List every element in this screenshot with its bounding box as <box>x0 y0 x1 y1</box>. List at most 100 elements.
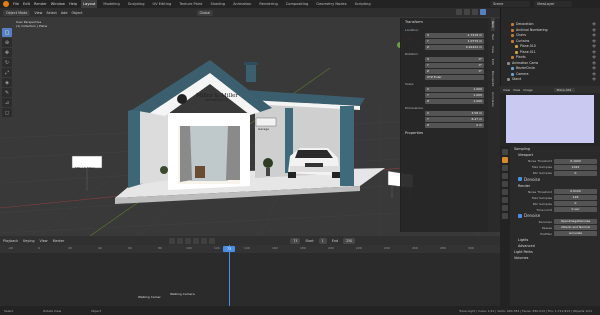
render-max-samples-field[interactable]: 128 <box>554 195 597 201</box>
scale-z-field[interactable]: Z 1.000 <box>425 99 484 104</box>
location-x-field[interactable]: X -1.7418 m <box>425 33 484 38</box>
dimensions-z-field[interactable]: Z0 m <box>425 123 484 128</box>
cursor-icon[interactable]: ⊕ <box>2 38 12 47</box>
denoiser-dropdown[interactable]: OpenImageDenoise <box>554 219 597 225</box>
solid-shading-icon[interactable] <box>464 9 470 15</box>
image-editor-menu-view[interactable]: View <box>503 88 510 92</box>
tab-animation-side[interactable]: Animation <box>491 89 495 110</box>
annotate-icon[interactable]: ✎ <box>2 88 12 97</box>
scene-selector[interactable]: Scene <box>490 1 530 7</box>
volumes-panel-header[interactable]: Volumes <box>511 255 600 261</box>
tab-geometry-nodes[interactable]: Geometry Nodes <box>314 0 348 8</box>
tab-view[interactable]: View <box>491 43 495 56</box>
rendered-shading-icon[interactable] <box>480 9 486 15</box>
rotation-z-field[interactable]: Z 0° <box>425 69 484 74</box>
outliner-row[interactable]: Stand 👁 <box>501 77 600 83</box>
prefilter-dropdown[interactable]: Accurate <box>554 231 597 237</box>
image-canvas[interactable] <box>506 95 594 143</box>
tab-scripting[interactable]: Scripting <box>353 0 373 8</box>
menu-help[interactable]: Help <box>69 2 77 6</box>
modifier-properties-icon[interactable] <box>502 205 508 211</box>
tab-layout[interactable]: Layout <box>81 0 98 8</box>
tab-texture-paint[interactable]: Texture Paint <box>177 0 204 8</box>
location-y-field[interactable]: Y 1.0779 m <box>425 39 484 44</box>
tool-properties-icon[interactable] <box>502 149 508 155</box>
add-cube-icon[interactable]: ◻ <box>2 108 12 117</box>
menu-file[interactable]: File <box>13 2 19 6</box>
outliner[interactable]: Decoration 👁 Archival Numbering 👁 Chairs 👁 … <box>500 8 600 86</box>
timeline-menu-playback[interactable]: Playback <box>3 239 18 243</box>
scene-properties-icon[interactable] <box>502 181 508 187</box>
render-noise-threshold-field[interactable]: 0.0100 <box>554 189 597 195</box>
viewport-subpanel-header[interactable]: Viewport <box>511 152 600 158</box>
location-z-field[interactable]: Z 0.91422 m <box>425 45 484 50</box>
viewport-menu-select[interactable]: Select <box>46 11 56 15</box>
3d-viewport[interactable]: Miller & Miller ARCHITECTS, LTD. Garage … <box>0 8 500 236</box>
image-editor-menu-image[interactable]: Image <box>523 88 532 92</box>
viewport-min-samples-field[interactable]: 0 <box>554 170 597 176</box>
marker-walking-camera-2[interactable]: Walking Camera <box>170 292 195 296</box>
tab-rendering[interactable]: Rendering <box>257 0 279 8</box>
render-min-samples-field[interactable]: 0 <box>554 201 597 207</box>
view-layer-selector[interactable]: ViewLayer <box>534 1 572 7</box>
menu-edit[interactable]: Edit <box>23 2 30 6</box>
rotation-mode-dropdown[interactable]: XYZ Euler <box>425 75 484 80</box>
viewport-menu-view[interactable]: View <box>34 11 42 15</box>
timeline-menu-keying[interactable]: Keying <box>23 239 34 243</box>
viewport-noise-threshold-field[interactable]: 0.1000 <box>554 158 597 164</box>
tab-sculpting[interactable]: Sculpting <box>126 0 147 8</box>
material-properties-icon[interactable] <box>502 213 508 219</box>
scale-y-field[interactable]: Y 1.000 <box>425 93 484 98</box>
tab-shading[interactable]: Shading <box>208 0 227 8</box>
properties-header[interactable]: Properties <box>401 129 488 137</box>
image-editor-menu-view2[interactable]: View <box>513 88 520 92</box>
transform-orientation-dropdown[interactable]: Global <box>196 9 214 16</box>
material-shading-icon[interactable] <box>472 9 478 15</box>
transform-icon[interactable]: ◈ <box>2 78 12 87</box>
tab-compositing[interactable]: Compositing <box>284 0 311 8</box>
scale-icon[interactable]: ⤢ <box>2 68 12 77</box>
blender-logo-icon[interactable] <box>3 1 9 7</box>
prev-keyframe-icon[interactable] <box>177 237 184 244</box>
measure-icon[interactable]: ⊿ <box>2 98 12 107</box>
tab-uv-editing[interactable]: UV Editing <box>151 0 174 8</box>
rotation-y-field[interactable]: Y 0° <box>425 63 484 68</box>
playhead-frame-label[interactable]: 73 <box>223 246 235 252</box>
tab-modeling[interactable]: Modeling <box>101 0 121 8</box>
timeline-menu-marker[interactable]: Marker <box>53 239 65 243</box>
jump-start-icon[interactable] <box>169 237 176 244</box>
world-properties-icon[interactable] <box>502 189 508 195</box>
tab-blenderkit[interactable]: BlenderKit <box>491 68 495 90</box>
scale-x-field[interactable]: X 1.000 <box>425 87 484 92</box>
select-box-icon[interactable]: ▢ <box>2 28 12 37</box>
object-mode-dropdown[interactable]: Object Mode <box>3 9 31 16</box>
menu-render[interactable]: Render <box>34 2 47 6</box>
image-name-field[interactable]: Plane.001 <box>553 87 575 92</box>
output-properties-icon[interactable] <box>502 165 508 171</box>
properties-editor[interactable]: Sampling Viewport Noise Threshold 0.1000 … <box>500 146 600 306</box>
image-editor[interactable]: View View Image Plane.001 <box>500 86 600 146</box>
time-limit-field[interactable]: 0 sec <box>554 207 597 213</box>
passes-dropdown[interactable]: Albedo and Normal <box>554 225 597 231</box>
transform-header[interactable]: Transform <box>401 18 488 26</box>
wireframe-shading-icon[interactable] <box>456 9 462 15</box>
rotate-icon[interactable]: ↻ <box>2 58 12 67</box>
render-denoise-checkbox[interactable] <box>518 213 522 218</box>
move-icon[interactable]: ✥ <box>2 48 12 57</box>
current-frame-field[interactable]: 73 <box>290 237 301 244</box>
start-frame-field[interactable]: 1 <box>318 237 327 244</box>
timeline[interactable]: Playback Keying View Marker 73 Start 1 E… <box>0 236 500 306</box>
tab-animation[interactable]: Animation <box>231 0 253 8</box>
play-reverse-icon[interactable] <box>185 237 192 244</box>
end-frame-field[interactable]: 250 <box>343 237 356 244</box>
viewport-menu-object[interactable]: Object <box>71 11 82 15</box>
render-subpanel-header[interactable]: Render <box>511 183 600 189</box>
jump-end-icon[interactable] <box>209 237 216 244</box>
play-icon[interactable] <box>193 237 200 244</box>
viewport-max-samples-field[interactable]: 1024 <box>554 164 597 170</box>
rotation-x-field[interactable]: X 0° <box>425 57 484 62</box>
playhead[interactable] <box>229 245 230 306</box>
view-layer-properties-icon[interactable] <box>502 173 508 179</box>
tab-tool[interactable]: Tool <box>491 31 495 43</box>
menu-window[interactable]: Window <box>51 2 65 6</box>
